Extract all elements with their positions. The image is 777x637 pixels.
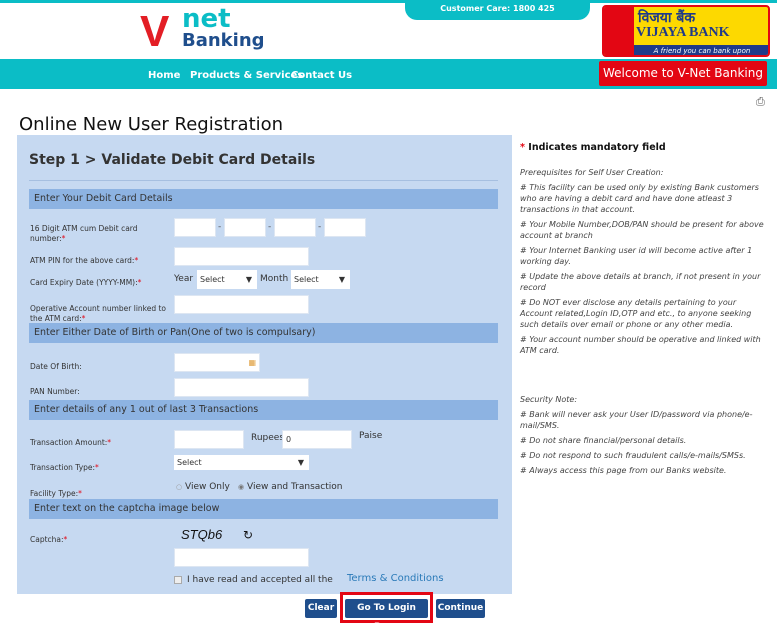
card-number-1[interactable] (174, 218, 216, 237)
logo-net: net (182, 4, 231, 34)
captcha-input[interactable] (174, 548, 309, 567)
chevron-down-icon: ▼ (338, 275, 345, 284)
logo-v: V (140, 7, 170, 56)
terms-link[interactable]: Terms & Conditions (347, 573, 444, 584)
card-number-4[interactable] (324, 218, 366, 237)
captcha-image: STQb6 (181, 527, 223, 542)
year-label: Year (174, 274, 194, 284)
logo-banking: Banking (182, 30, 265, 51)
prereq-item: # Your account number should be operativ… (520, 335, 761, 355)
card-number-label: 16 Digit ATM cum Debit card number:* (30, 224, 138, 243)
customer-care: Customer Care: 1800 425 4066/9992/5885 (405, 0, 590, 31)
continue-button[interactable]: Continue (436, 599, 485, 618)
expiry-label: Card Expiry Date (YYYY-MM):* (30, 278, 142, 287)
facility-label: Facility Type:* (30, 489, 82, 498)
nav-products[interactable]: Products & Services (190, 70, 303, 81)
chevron-down-icon: ▼ (245, 275, 252, 284)
section-captcha: Enter text on the captcha image below (29, 499, 498, 519)
refresh-icon[interactable]: ↻ (243, 528, 253, 542)
page-title: Online New User Registration (19, 114, 284, 135)
accept-text: I have read and accepted all the (187, 575, 333, 585)
prereq-title: Prerequisites for Self User Creation: (520, 168, 664, 177)
prereq-item: # Your Internet Banking user id will bec… (520, 246, 753, 266)
paise-label: Paise (359, 431, 383, 441)
bank-name: VIJAYA BANK (636, 25, 730, 40)
rupees-input[interactable] (174, 430, 244, 449)
security-item: # Always access this page from our Banks… (520, 466, 727, 475)
nav-home[interactable]: Home (148, 70, 180, 81)
welcome-banner[interactable]: Welcome to V-Net Banking (599, 61, 767, 86)
prereq-item: # Your Mobile Number,DOB/PAN should be p… (520, 220, 764, 240)
section-transactions: Enter details of any 1 out of last 3 Tra… (29, 400, 498, 420)
mascot-icon (604, 7, 634, 55)
paise-input[interactable]: 0 (282, 430, 352, 449)
rupees-label: Rupees (251, 433, 285, 443)
security-item: # Do not share financial/personal detail… (520, 436, 687, 445)
type-label: Transaction Type:* (30, 463, 99, 472)
vnet-logo[interactable]: V net Banking (140, 4, 265, 56)
chevron-down-icon: ▼ (297, 458, 304, 467)
security-item: # Bank will never ask your User ID/passw… (520, 410, 753, 430)
transaction-type-select[interactable]: Select ▼ (174, 455, 309, 470)
mandatory-note: * Indicates mandatory field (520, 142, 666, 153)
pan-input[interactable] (174, 378, 309, 397)
section-card: Enter Your Debit Card Details (29, 189, 498, 209)
accept-checkbox[interactable] (174, 576, 182, 584)
security-title: Security Note: (520, 395, 578, 404)
bank-tagline: A friend you can bank upon (634, 45, 768, 55)
step-heading: Step 1 > Validate Debit Card Details (29, 152, 316, 168)
year-select[interactable]: Select ▼ (197, 270, 257, 289)
pan-label: PAN Number: (30, 387, 80, 396)
prereq-item: # Update the above details at branch, if… (520, 272, 761, 292)
radio-view-transaction[interactable]: ◉ View and Transaction (238, 482, 342, 492)
security-item: # Do not respond to such fraudulent call… (520, 451, 746, 460)
divider (29, 180, 498, 181)
account-input[interactable] (174, 295, 309, 314)
dob-input[interactable]: ▦ (174, 353, 260, 372)
month-label: Month (260, 274, 289, 284)
printer-icon[interactable]: ⎙ (756, 95, 765, 109)
radio-view-only[interactable]: ○ View Only (176, 482, 230, 492)
vijaya-bank-logo: विजया बैंक VIJAYA BANK A friend you can … (602, 5, 770, 57)
top-strip (0, 0, 777, 3)
atm-pin-label: ATM PIN for the above card:* (30, 256, 139, 265)
month-select[interactable]: Select ▼ (291, 270, 350, 289)
prereq-item: # This facility can be used only by exis… (520, 183, 759, 214)
dob-label: Date Of Birth: (30, 362, 82, 371)
amount-label: Transaction Amount:* (30, 438, 112, 447)
calendar-icon[interactable]: ▦ (248, 354, 256, 371)
card-number-3[interactable] (274, 218, 316, 237)
atm-pin-input[interactable] (174, 247, 309, 266)
clear-button[interactable]: Clear (305, 599, 337, 618)
account-label: Operative Account number linked to the A… (30, 304, 167, 323)
prereq-item: # Do NOT ever disclose any details perta… (520, 298, 752, 329)
card-number-2[interactable] (224, 218, 266, 237)
go-to-login-button[interactable]: Go To Login Page (345, 599, 428, 632)
nav-contact[interactable]: Contact Us (291, 70, 352, 81)
info-panel: * Indicates mandatory field Prerequisite… (520, 142, 770, 480)
captcha-label: Captcha:* (30, 535, 68, 544)
section-dob-pan: Enter Either Date of Birth or Pan(One of… (29, 323, 498, 343)
